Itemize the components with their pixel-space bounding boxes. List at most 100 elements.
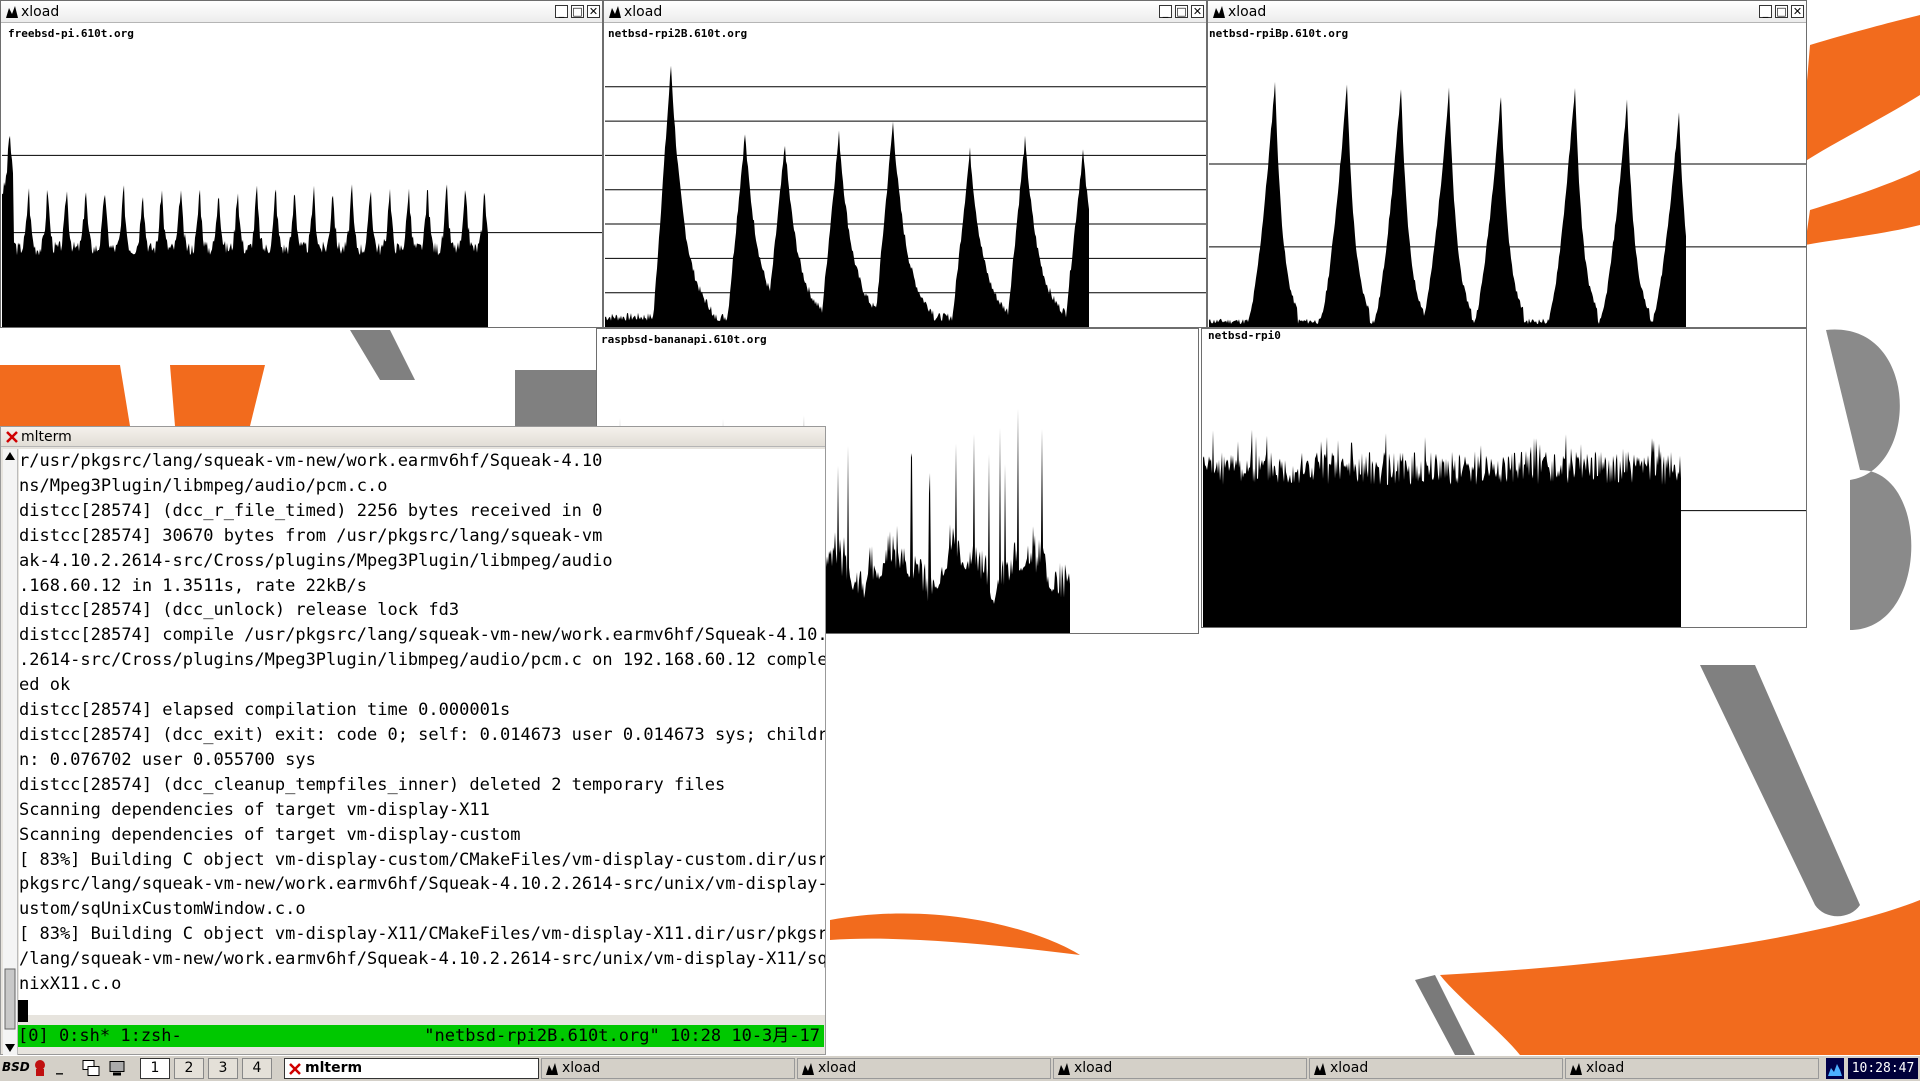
pager-desktop-3[interactable]: 3	[208, 1058, 238, 1079]
window-title: mlterm	[21, 429, 72, 445]
window-list-icon[interactable]	[82, 1058, 100, 1079]
wallpaper-gray-letter-b	[1826, 329, 1912, 630]
tmux-status-bar: [0] 0:sh* 1:zsh- "netbsd-rpi2B.610t.org" …	[18, 1025, 824, 1047]
xload-window-netbsd-rpi2b[interactable]: xload _ □ ✕ netbsd-rpi2B.610t.org	[603, 0, 1207, 328]
window-titlebar[interactable]: mlterm	[1, 427, 825, 447]
task-button-xload[interactable]: xload	[1053, 1058, 1307, 1079]
window-titlebar[interactable]: xload _ □ ✕	[1208, 1, 1806, 23]
terminal-line: distcc[28574] (dcc_unlock) release lock …	[19, 600, 460, 621]
terminal-line: /lang/squeak-vm-new/work.earmv6hf/Squeak…	[19, 949, 825, 970]
terminal-line: pkgsrc/lang/squeak-vm-new/work.earmv6hf/…	[19, 874, 825, 895]
task-button-xload[interactable]: xload	[541, 1058, 795, 1079]
task-button-xload[interactable]: xload	[1565, 1058, 1819, 1079]
terminal-line: nixX11.c.o	[19, 974, 122, 995]
task-button-xload[interactable]: xload	[797, 1058, 1051, 1079]
task-label: xload	[818, 1060, 857, 1076]
start-menu-button[interactable]: BSD	[2, 1058, 52, 1079]
load-area	[605, 65, 1089, 327]
terminal-line: distcc[28574] (dcc_cleanup_tempfiles_inn…	[19, 774, 726, 795]
close-button[interactable]: ✕	[1791, 5, 1804, 18]
load-graph	[2, 135, 602, 327]
terminal-line: ed ok	[19, 675, 71, 696]
xload-app-icon	[1314, 1063, 1326, 1075]
desktop-background: xload _ □ ✕ freebsd-pi.610t.org xload _ …	[0, 0, 1920, 1055]
minimize-button[interactable]: _	[1759, 5, 1772, 18]
xload-app-icon	[1570, 1063, 1582, 1075]
task-label: mlterm	[305, 1060, 363, 1076]
xload-app-icon	[609, 6, 621, 18]
window-titlebar[interactable]: xload _ □ ✕	[1, 1, 602, 23]
load-area	[1209, 81, 1686, 327]
mlterm-app-icon	[6, 431, 18, 443]
xload-window-netbsd-rpibp[interactable]: xload _ □ ✕ netbsd-rpiBp.610t.org	[1207, 0, 1807, 328]
xload-app-icon	[1213, 6, 1225, 18]
terminal-line: distcc[28574] compile /usr/pkgsrc/lang/s…	[19, 625, 825, 646]
terminal-line: Scanning dependencies of target vm-displ…	[19, 799, 490, 820]
maximize-button[interactable]: □	[1175, 5, 1188, 18]
maximize-button[interactable]: □	[1775, 5, 1788, 18]
terminal-line: [ 83%] Building C object vm-display-cust…	[19, 849, 825, 870]
task-button-xload[interactable]: xload	[1309, 1058, 1563, 1079]
minimize-button[interactable]: _	[1159, 5, 1172, 18]
xload-host-label: freebsd-pi.610t.org	[8, 27, 134, 40]
xload-app-icon	[802, 1063, 814, 1075]
terminal-line: .168.60.12 in 1.3511s, rate 22kB/s	[19, 575, 367, 596]
xload-window-netbsd-rpi0[interactable]: netbsd-rpi0	[1201, 328, 1807, 628]
scrollbar-arrows-icon	[4, 452, 16, 1052]
wallpaper-orange-swoosh-top	[1800, 15, 1920, 165]
mlterm-app-icon	[289, 1063, 301, 1075]
minimize-all-button[interactable]: _	[56, 1058, 70, 1079]
terminal-line: ustom/sqUnixCustomWindow.c.o	[19, 899, 306, 920]
terminal-line: ns/Mpeg3Plugin/libmpeg/audio/pcm.c.o	[19, 475, 388, 496]
window-titlebar[interactable]: xload _ □ ✕	[604, 1, 1206, 23]
close-button[interactable]: ✕	[587, 5, 600, 18]
terminal-line: n: 0.076702 user 0.055700 sys	[19, 749, 316, 770]
xload-app-icon	[6, 6, 18, 18]
terminal-line: Scanning dependencies of target vm-displ…	[19, 824, 521, 845]
xload-app-icon	[546, 1063, 558, 1075]
taskbar: BSD _ 1 2 3 4 mlterm xload xload xload x…	[0, 1055, 1920, 1081]
load-area	[2, 135, 488, 327]
pager-desktop-1[interactable]: 1	[140, 1058, 170, 1079]
terminal-line: r/usr/pkgsrc/lang/squeak-vm-new/work.ear…	[19, 451, 603, 471]
load-graph	[1209, 81, 1806, 327]
cpu-monitor-icon[interactable]	[1826, 1058, 1844, 1079]
terminal-line: distcc[28574] (dcc_exit) exit: code 0; s…	[19, 724, 825, 745]
desktop-icon[interactable]	[108, 1058, 126, 1079]
load-area	[1203, 429, 1681, 627]
xload-host-label: raspbsd-bananapi.610t.org	[601, 333, 767, 346]
wallpaper-orange-swoosh-bottom-right	[1440, 900, 1920, 1055]
xload-app-icon	[1058, 1063, 1070, 1075]
mlterm-window[interactable]: mlterm r/usr/pkgsrc/lang/squeak-vm-new/w…	[0, 426, 826, 1055]
task-label: xload	[562, 1060, 601, 1076]
terminal-line: distcc[28574] 30670 bytes from /usr/pkgs…	[19, 525, 603, 546]
task-label: xload	[1074, 1060, 1113, 1076]
task-label: xload	[1586, 1060, 1625, 1076]
wallpaper-orange-swoosh-mid	[1805, 170, 1920, 245]
xload-host-label: netbsd-rpi0	[1208, 329, 1281, 342]
tmux-window-list: [0] 0:sh* 1:zsh-	[18, 1026, 182, 1046]
terminal-scrollbar[interactable]	[3, 449, 18, 1055]
xload-host-label: netbsd-rpiBp.610t.org	[1209, 27, 1349, 40]
wallpaper-gray-stroke	[1700, 665, 1860, 917]
tmux-status-right: "netbsd-rpi2B.610t.org" 10:28 10-3月-17	[424, 1026, 820, 1046]
terminal-line: distcc[28574] elapsed compilation time 0…	[19, 700, 511, 721]
maximize-button[interactable]: □	[571, 5, 584, 18]
minimize-button[interactable]: _	[555, 5, 568, 18]
window-title: xload	[1228, 4, 1267, 20]
terminal-output[interactable]: r/usr/pkgsrc/lang/squeak-vm-new/work.ear…	[19, 449, 825, 1015]
pager-desktop-2[interactable]: 2	[174, 1058, 204, 1079]
load-graph	[1203, 429, 1806, 627]
terminal-cursor	[18, 1000, 28, 1022]
terminal-line: ak-4.10.2.2614-src/Cross/plugins/Mpeg3Pl…	[19, 550, 613, 571]
terminal-line: distcc[28574] (dcc_r_file_timed) 2256 by…	[19, 500, 603, 521]
task-button-mlterm[interactable]: mlterm	[284, 1058, 539, 1079]
pager-desktop-4[interactable]: 4	[242, 1058, 272, 1079]
terminal-line: [ 83%] Building C object vm-display-X11/…	[19, 924, 825, 945]
clock: 10:28:47	[1848, 1058, 1918, 1079]
xload-window-freebsd-pi[interactable]: xload _ □ ✕ freebsd-pi.610t.org	[0, 0, 603, 328]
xload-host-label: netbsd-rpi2B.610t.org	[608, 27, 748, 40]
task-label: xload	[1330, 1060, 1369, 1076]
window-title: xload	[21, 4, 60, 20]
close-button[interactable]: ✕	[1191, 5, 1204, 18]
